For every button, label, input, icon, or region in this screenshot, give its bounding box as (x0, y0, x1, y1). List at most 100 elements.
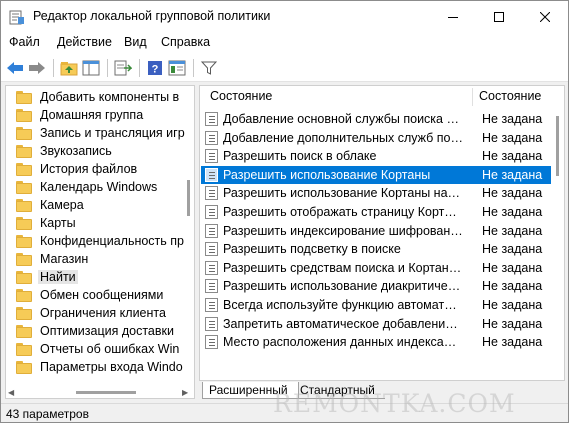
policy-row[interactable]: Разрешить средствам поиска и Кортане ...… (201, 259, 551, 277)
forward-arrow-icon[interactable] (27, 58, 47, 78)
tree-item-label: Отчеты об ошибках Win (40, 342, 180, 356)
list-scroll-thumb[interactable] (556, 116, 559, 176)
policy-row[interactable]: Разрешить использование Кортаны на э... Н… (201, 184, 551, 202)
folder-icon (16, 324, 32, 338)
policy-row[interactable]: Разрешить использование диакритическ... Н… (201, 277, 551, 295)
policy-row[interactable]: Разрешить подсветку в поиске Не задана (201, 240, 551, 258)
policy-state: Не задана (482, 316, 543, 331)
tree-item[interactable]: Отчеты об ошибках Win (16, 340, 181, 358)
folder-icon (16, 360, 32, 374)
gpedit-app-icon (9, 9, 25, 25)
status-text: 43 параметров (6, 407, 89, 421)
policy-name: Разрешить индексирование шифрованн... (223, 223, 463, 238)
folder-icon (16, 126, 32, 140)
tree-item[interactable]: Добавить компоненты в (16, 88, 181, 106)
policy-setting-icon (205, 205, 218, 219)
tree-item-label: Домашняя группа (40, 108, 144, 122)
maximize-button[interactable] (476, 1, 522, 32)
tree-item[interactable]: Звукозапись (16, 142, 114, 160)
menu-action[interactable]: Действие (57, 35, 112, 49)
policy-row[interactable]: Разрешить отображать страницу Кортан... Н… (201, 203, 551, 221)
toolbar: ? (1, 54, 568, 82)
policy-setting-icon (205, 279, 218, 294)
policy-row[interactable]: Запретить автоматическое добавление о...… (201, 315, 551, 333)
tree-item-label: Добавить компоненты в (40, 90, 180, 104)
folder-icon (16, 234, 32, 248)
tree-vertical-scrollbar[interactable] (184, 86, 194, 398)
export-list-icon[interactable] (113, 58, 133, 78)
toolbar-separator (139, 59, 140, 77)
properties-icon[interactable] (167, 58, 187, 78)
tree-item-label: Календарь Windows (40, 180, 158, 194)
policy-setting-icon (205, 316, 218, 331)
toolbar-separator (53, 59, 54, 77)
menu-file[interactable]: Файл (9, 35, 40, 49)
tree-hscroll-thumb[interactable] (76, 391, 136, 394)
tree-item[interactable]: Календарь Windows (16, 178, 159, 196)
policy-row[interactable]: Добавление основной службы поиска в ... Н… (201, 110, 551, 128)
close-button[interactable] (522, 1, 568, 32)
column-header-state[interactable]: Состояние (479, 89, 541, 103)
policy-state: Не задана (482, 186, 543, 201)
tree-item[interactable]: История файлов (16, 160, 139, 178)
back-arrow-icon[interactable] (5, 58, 25, 78)
scroll-right-arrow-icon[interactable]: ▶ (182, 388, 188, 397)
up-folder-icon[interactable] (59, 58, 79, 78)
folder-icon (16, 252, 32, 266)
help-icon[interactable]: ? (145, 58, 165, 78)
policy-row[interactable]: Разрешить индексирование шифрованн... Не … (201, 222, 551, 240)
policy-name: Разрешить использование Кортаны на э... (223, 186, 463, 201)
policy-state: Не задана (482, 242, 543, 257)
tree-item-label: Найти (38, 270, 78, 284)
show-hide-tree-icon[interactable] (81, 58, 101, 78)
policy-name: Разрешить средствам поиска и Кортане ... (223, 260, 463, 275)
folder-icon (16, 342, 32, 356)
policy-row[interactable]: Добавление дополнительных служб пои... Не… (201, 129, 551, 147)
tree-item[interactable]: Ограничения клиента (16, 304, 168, 322)
policy-setting-icon (205, 335, 218, 350)
menu-bar: Файл Действие Вид Справка (1, 32, 568, 54)
menu-view[interactable]: Вид (124, 35, 147, 49)
tree-item-label: Параметры входа Windo (40, 360, 183, 374)
policy-row[interactable]: Разрешить использование Кортаны Не задана (201, 165, 551, 184)
tree-item[interactable]: Параметры входа Windo (16, 358, 185, 376)
policy-row[interactable]: Разрешить поиск в облаке Не задана (201, 147, 551, 165)
folder-icon (16, 144, 32, 158)
column-divider[interactable] (472, 88, 473, 106)
filter-icon[interactable] (199, 58, 219, 78)
minimize-button[interactable] (430, 1, 476, 32)
policy-list-pane[interactable]: Состояние Состояние Добавление основной … (199, 85, 565, 381)
tree-scroll-thumb[interactable] (187, 180, 190, 216)
title-bar[interactable]: Редактор локальной групповой политики (1, 1, 568, 32)
tree-item[interactable]: Магазин (16, 250, 90, 268)
policy-state: Не задана (482, 279, 543, 294)
tree-item[interactable]: Обмен сообщениями (16, 286, 165, 304)
tree-item[interactable]: Карты (16, 214, 78, 232)
svg-text:?: ? (152, 64, 159, 76)
policy-tree-pane[interactable]: Добавить компоненты в Домашняя группа Запи… (5, 85, 195, 399)
policy-row[interactable]: Место расположения данных индексации Не з… (201, 333, 551, 351)
tree-item-label: Оптимизация доставки (40, 324, 174, 338)
policy-state: Не задана (482, 149, 543, 164)
tree-item[interactable]: Домашняя группа (16, 106, 145, 124)
column-header-setting[interactable]: Состояние (210, 89, 272, 103)
tree-item[interactable]: Оптимизация доставки (16, 322, 176, 340)
menu-help[interactable]: Справка (161, 35, 210, 49)
tree-item-label: Карты (40, 216, 76, 230)
folder-icon (16, 216, 32, 230)
tree-item[interactable]: Конфиденциальность пр (16, 232, 186, 250)
tree-item[interactable]: Найти (16, 268, 78, 286)
tree-item[interactable]: Запись и трансляция игр (16, 124, 187, 142)
list-vertical-scrollbar[interactable] (552, 86, 564, 380)
policy-name: Запретить автоматическое добавление о... (223, 316, 463, 331)
policy-name: Место расположения данных индексации (223, 335, 463, 350)
tree-horizontal-scrollbar[interactable]: ◀ ▶ (6, 386, 194, 398)
policy-row[interactable]: Всегда используйте функцию автоматич... Н… (201, 296, 551, 314)
tree-item-label: Звукозапись (40, 144, 112, 158)
tree-item-label: Запись и трансляция игр (40, 126, 185, 140)
scroll-left-arrow-icon[interactable]: ◀ (8, 388, 14, 397)
policy-state: Не задана (482, 130, 543, 145)
policy-setting-icon (205, 167, 218, 182)
tree-item[interactable]: Камера (16, 196, 86, 214)
tree-item-label: Конфиденциальность пр (40, 234, 184, 248)
